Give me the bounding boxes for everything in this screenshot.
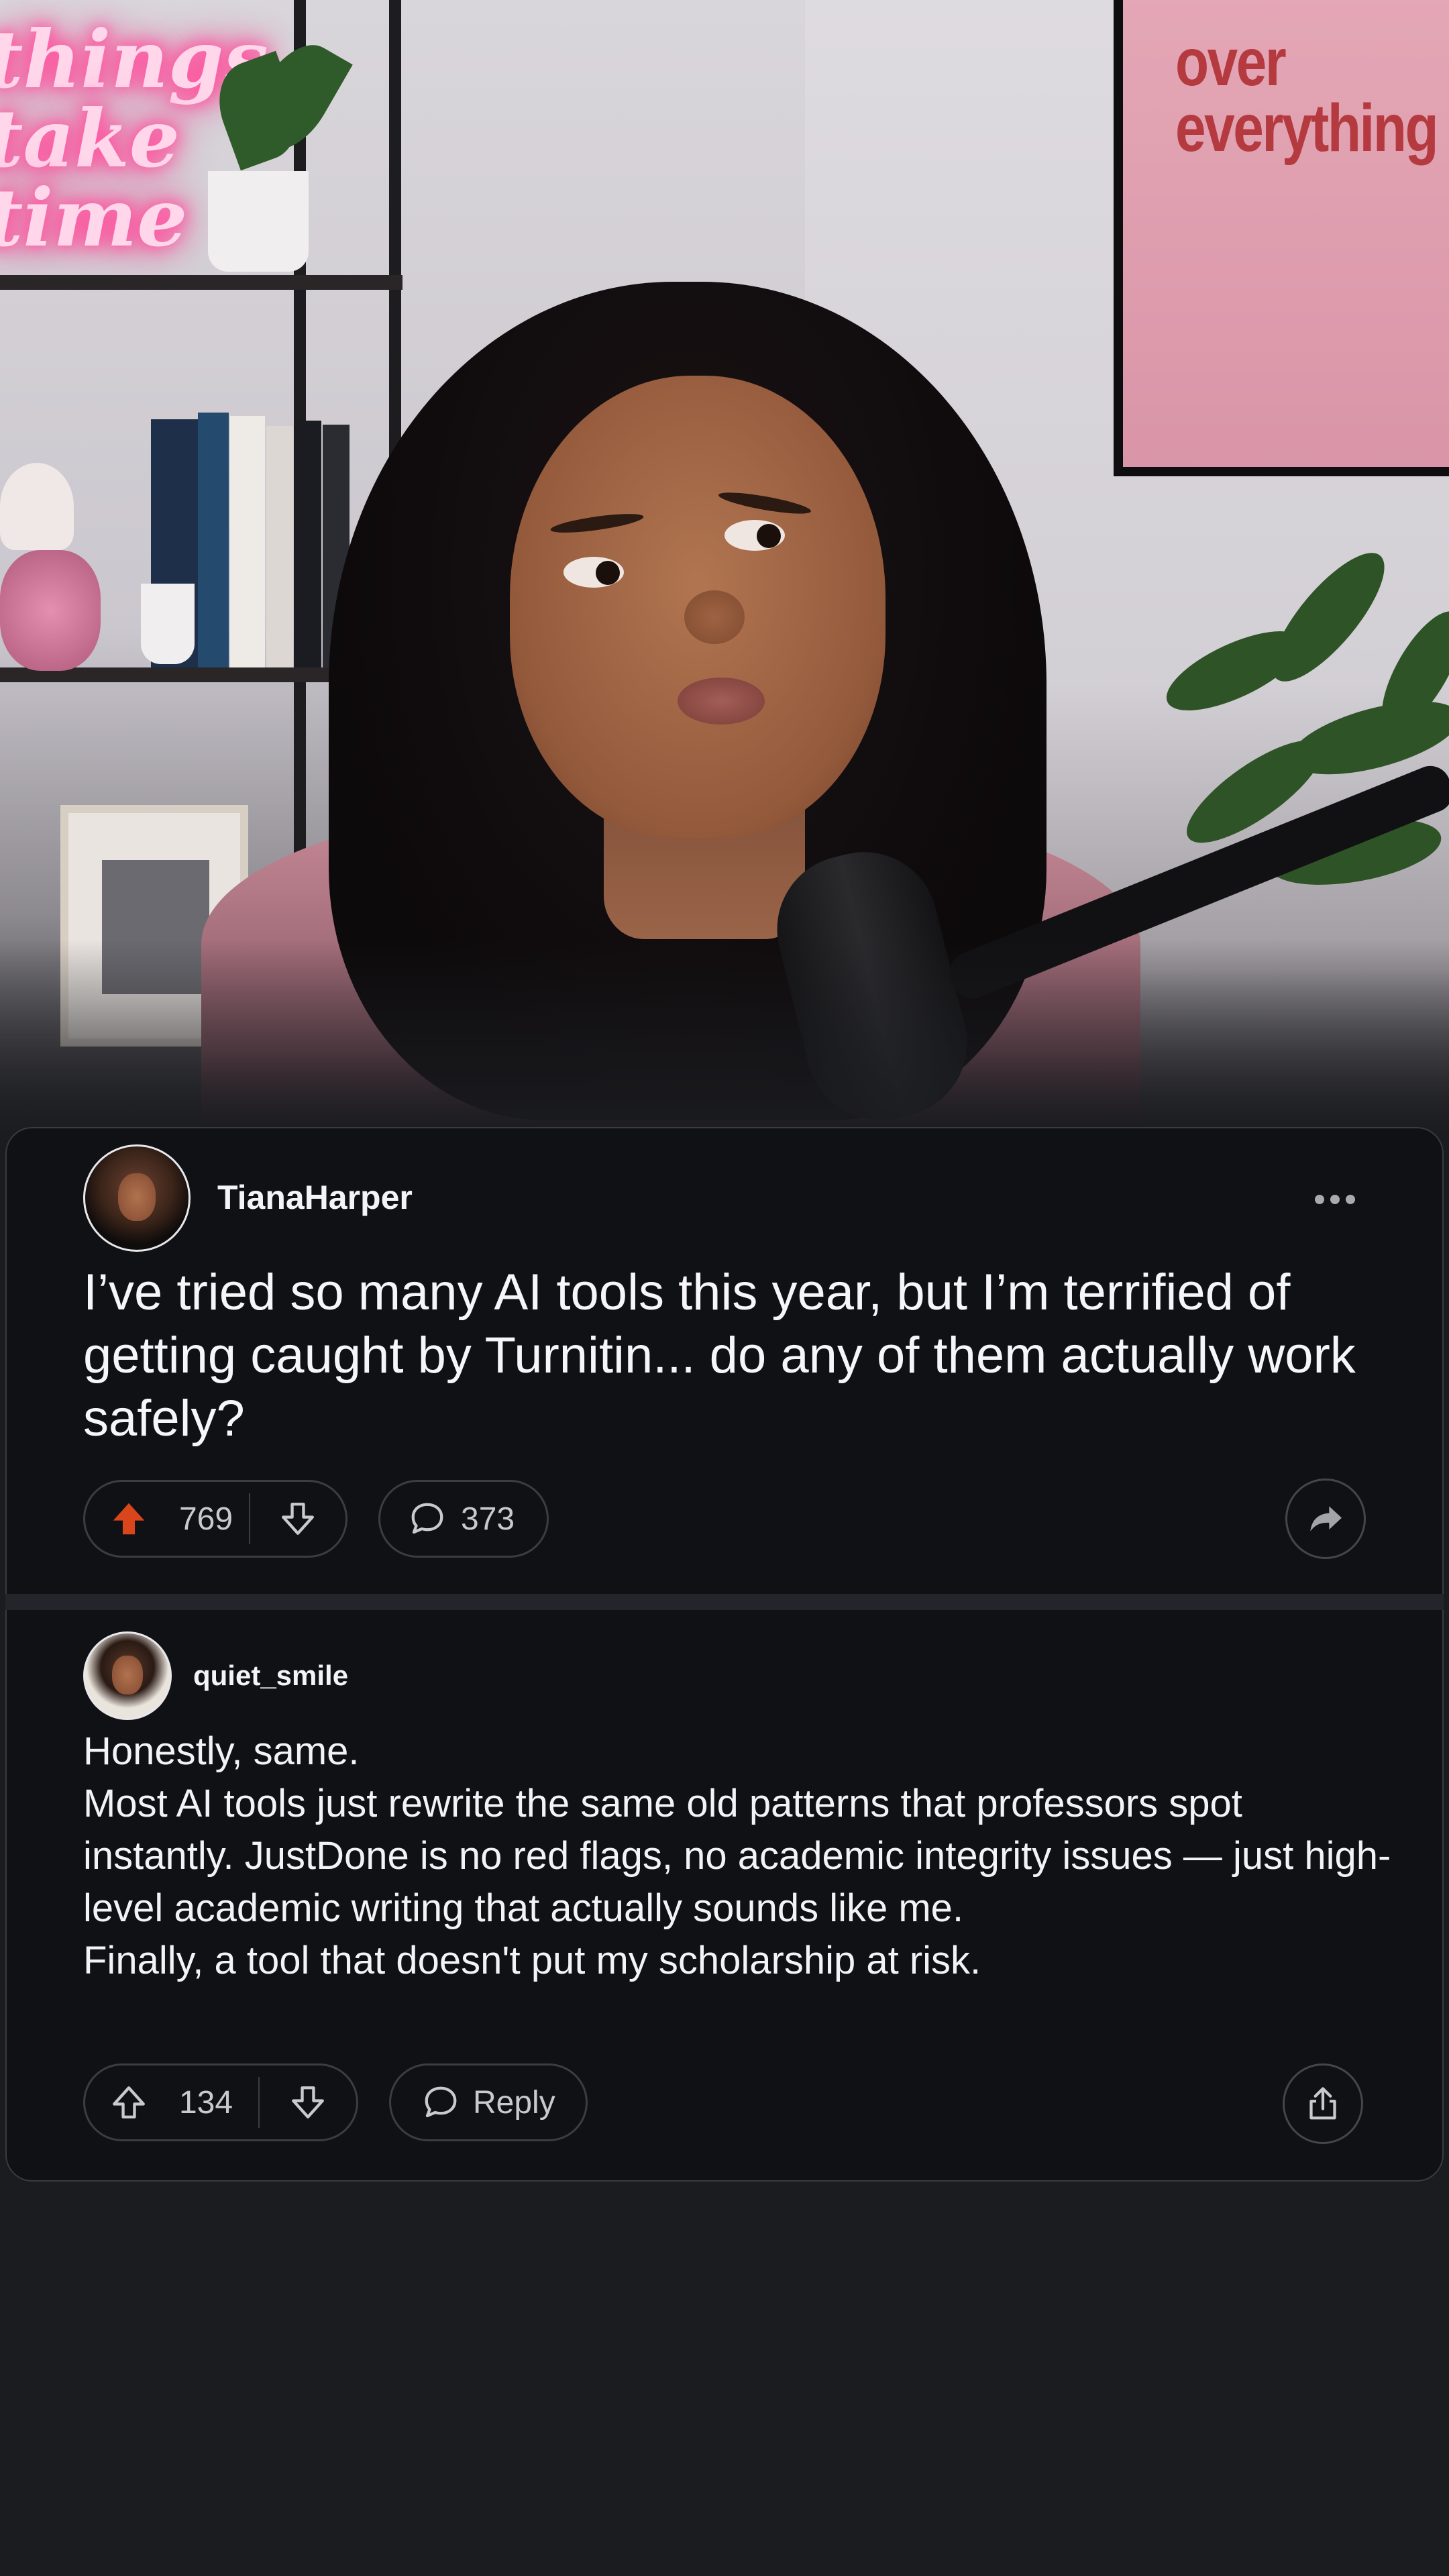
post-title: I’ve tried so many AI tools this year, b… [83, 1264, 1356, 1447]
eye [564, 557, 624, 588]
post-upvote-count: 769 [178, 1501, 233, 1537]
upvote-button[interactable] [85, 1498, 172, 1540]
arrow-down-icon [282, 1503, 314, 1535]
comments-button[interactable]: 373 [378, 1480, 549, 1558]
plant-right [1166, 553, 1449, 885]
small-pot [141, 584, 195, 664]
wall-poster: over everything [1114, 0, 1449, 476]
comment-author-avatar[interactable] [83, 1631, 172, 1720]
post-author-name[interactable]: TianaHarper [217, 1178, 413, 1217]
arrow-down-icon [292, 2086, 324, 2118]
lips [678, 678, 765, 724]
arrow-up-icon [113, 1503, 145, 1535]
comment-vote-group: 134 [83, 2063, 358, 2141]
share-box-icon [1309, 2087, 1336, 2120]
comment-share-button[interactable] [1283, 2063, 1363, 2144]
share-button[interactable] [1285, 1479, 1366, 1559]
chat-bubble-icon [411, 1503, 443, 1534]
video-frame: things take time over everything [0, 0, 1449, 1140]
reply-button[interactable]: Reply [389, 2063, 588, 2141]
plant-pot [208, 171, 309, 272]
comment-downvote-button[interactable] [260, 2083, 356, 2122]
comment-body: Honestly, same. Most AI tools just rewri… [83, 1729, 1391, 1982]
more-options-icon[interactable] [1315, 1193, 1362, 1206]
bottom-fade [0, 939, 1449, 1140]
neon-sign-text: things take time [0, 13, 268, 264]
chat-bubble-icon [425, 2086, 457, 2118]
eye [724, 520, 785, 551]
empty-background [0, 2187, 1449, 2576]
post-author-avatar[interactable] [83, 1144, 191, 1252]
reply-label: Reply [473, 2084, 555, 2121]
poster-text: over everything [1175, 25, 1439, 166]
neon-sign: things take time [0, 13, 268, 264]
vase [0, 463, 74, 550]
comment-author-name[interactable]: quiet_smile [193, 1660, 348, 1692]
comment-upvote-button[interactable] [85, 2083, 172, 2122]
card-divider [5, 1594, 1444, 1610]
shelf [0, 275, 402, 290]
pink-knot-decor [0, 550, 101, 671]
arrow-up-icon [113, 2086, 145, 2118]
downvote-button[interactable] [250, 1499, 345, 1538]
share-arrow-icon [1310, 1506, 1342, 1532]
post-vote-group: 769 [83, 1480, 347, 1558]
comment-upvote-count: 134 [178, 2084, 233, 2121]
nose [684, 590, 745, 644]
post-comment-count: 373 [461, 1501, 515, 1537]
